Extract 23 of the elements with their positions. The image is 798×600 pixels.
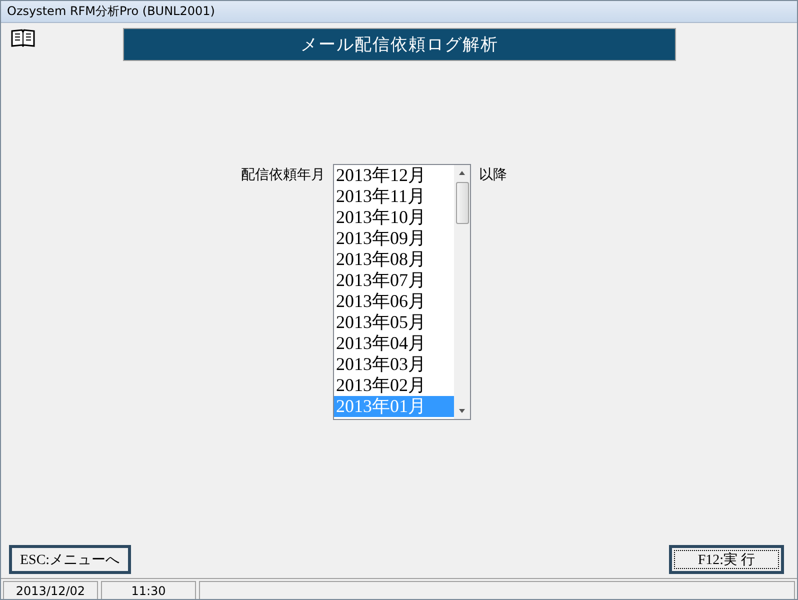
list-item[interactable]: 2013年03月: [334, 354, 454, 375]
execute-button[interactable]: F12:実 行: [668, 545, 784, 574]
screen-title: メール配信依頼ログ解析: [123, 28, 676, 61]
list-item[interactable]: 2013年04月: [334, 333, 454, 354]
status-cell: 11:30: [101, 581, 196, 599]
status-cell: 2013/12/02: [3, 581, 98, 599]
list-item[interactable]: 2013年08月: [334, 249, 454, 270]
scrollbar[interactable]: [454, 165, 470, 419]
list-item[interactable]: 2013年11月: [334, 186, 454, 207]
list-item[interactable]: 2013年07月: [334, 270, 454, 291]
list-item[interactable]: 2013年02月: [334, 375, 454, 396]
list-item[interactable]: 2013年05月: [334, 312, 454, 333]
month-listbox[interactable]: 2013年12月 2013年11月 2013年10月 2013年09月 2013年08月 2013年07月 2013年06月 2013年05月 2013年04月 2013年03月 2013年02月 2013年01月: [333, 164, 471, 420]
list-item[interactable]: 2013年09月: [334, 228, 454, 249]
field-label: 配信依頼年月: [241, 166, 325, 184]
suffix-label: 以降: [479, 166, 507, 184]
scroll-thumb[interactable]: [456, 182, 468, 224]
list-item[interactable]: 2013年10月: [334, 207, 454, 228]
list-item[interactable]: 2013年06月: [334, 291, 454, 312]
menu-button[interactable]: ESC:メニューへ: [9, 545, 131, 574]
window-title: Ozsystem RFM分析Pro (BUNL2001): [7, 3, 215, 20]
book-icon[interactable]: [11, 29, 35, 47]
list-item[interactable]: 2013年12月: [334, 165, 454, 186]
